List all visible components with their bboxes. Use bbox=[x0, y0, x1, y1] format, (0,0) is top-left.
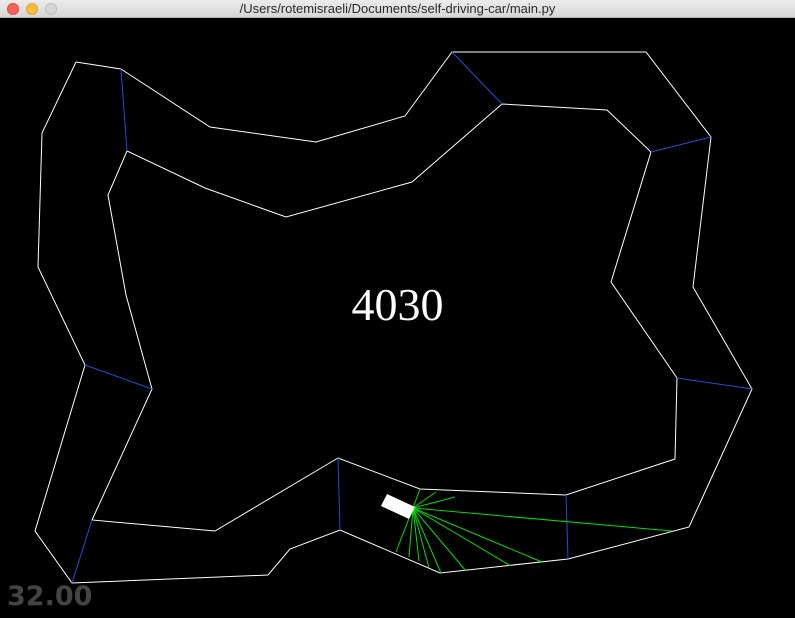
sensor-ray bbox=[412, 507, 512, 567]
fps-counter: 32.00 bbox=[7, 581, 93, 612]
checkpoint-gate bbox=[650, 136, 712, 153]
car-sensor-rays bbox=[395, 488, 673, 574]
checkpoint-gate bbox=[84, 364, 153, 390]
checkpoint-gate bbox=[565, 494, 569, 560]
checkpoint-gate bbox=[676, 377, 753, 390]
score-display: 4030 bbox=[351, 279, 444, 330]
window-title: /Users/rotemisraeli/Documents/self-drivi… bbox=[239, 1, 556, 16]
title-bar[interactable]: /Users/rotemisraeli/Documents/self-drivi… bbox=[0, 0, 795, 18]
app-window: /Users/rotemisraeli/Documents/self-drivi… bbox=[0, 0, 795, 618]
checkpoint-gate bbox=[451, 51, 503, 105]
checkpoint-gate bbox=[337, 457, 341, 531]
sensor-ray bbox=[412, 507, 673, 532]
car bbox=[381, 494, 415, 519]
checkpoint-gate bbox=[71, 519, 93, 584]
sensor-ray bbox=[412, 496, 456, 509]
checkpoint-gate bbox=[120, 68, 128, 152]
